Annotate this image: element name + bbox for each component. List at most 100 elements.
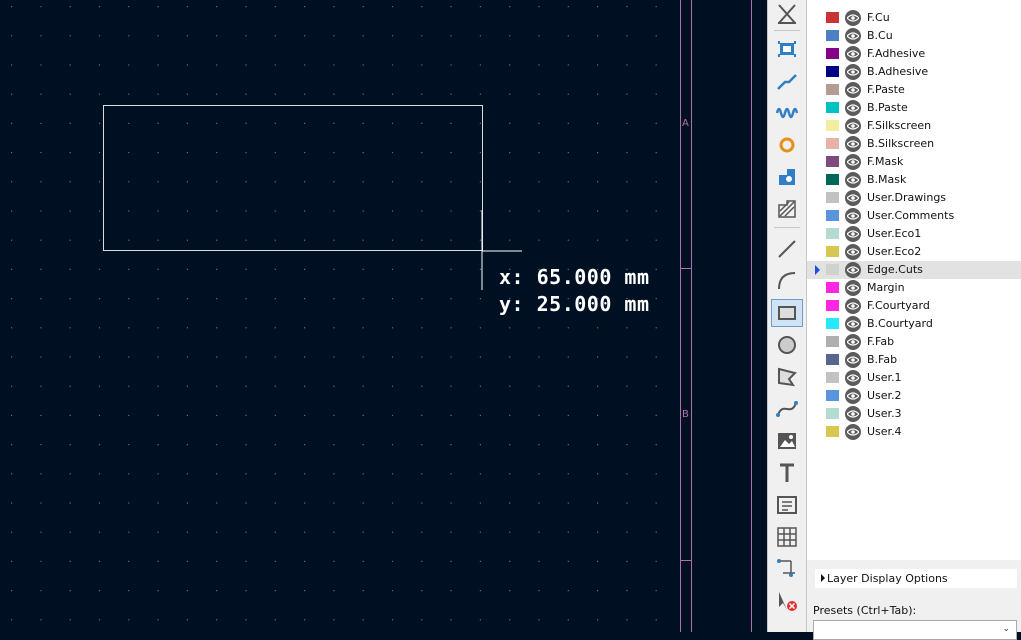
rule-area-tool-button[interactable] [771,195,803,223]
layer-color-swatch[interactable] [826,12,839,23]
visibility-eye-icon[interactable] [845,118,861,134]
layer-color-swatch[interactable] [826,246,839,257]
layer-row[interactable]: B.Mask [807,171,1021,189]
pcb-canvas[interactable]: A B x: 65.000 mm y: 25.000 mm [0,0,767,632]
layer-color-swatch[interactable] [826,408,839,419]
visibility-eye-icon[interactable] [845,316,861,332]
layer-row[interactable]: B.Adhesive [807,63,1021,81]
layer-row[interactable]: F.Paste [807,81,1021,99]
layer-name: Margin [867,281,905,294]
image-tool-button[interactable] [771,427,803,455]
tune-length-tool-button[interactable] [771,99,803,127]
layer-row[interactable]: B.Silkscreen [807,135,1021,153]
layer-row[interactable]: Margin [807,279,1021,297]
layer-color-swatch[interactable] [826,84,839,95]
visibility-eye-icon[interactable] [845,64,861,80]
polygon-tool-button[interactable] [771,363,803,391]
visibility-eye-icon[interactable] [845,154,861,170]
line-tool-button[interactable] [771,235,803,263]
layer-color-swatch[interactable] [826,426,839,437]
visibility-eye-icon[interactable] [845,280,861,296]
visibility-eye-icon[interactable] [845,226,861,242]
layer-row[interactable]: B.Fab [807,351,1021,369]
visibility-eye-icon[interactable] [845,334,861,350]
layer-row[interactable]: B.Cu [807,27,1021,45]
layer-color-swatch[interactable] [826,390,839,401]
via-tool-button[interactable] [771,131,803,159]
table-tool-button[interactable] [771,523,803,551]
layer-row[interactable]: B.Courtyard [807,315,1021,333]
appearance-panel: F.Cu B.Cu F.Adhesive B.Adhesive F.Paste B.Pas… [807,0,1021,640]
layer-display-options-toggle[interactable]: Layer Display Options [815,569,1017,588]
visibility-eye-icon[interactable] [845,298,861,314]
layer-color-swatch[interactable] [826,228,839,239]
visibility-eye-icon[interactable] [845,244,861,260]
layer-color-swatch[interactable] [826,300,839,311]
layer-color-swatch[interactable] [826,66,839,77]
visibility-eye-icon[interactable] [845,406,861,422]
visibility-eye-icon[interactable] [845,100,861,116]
presets-select[interactable]: ⌄ [813,620,1017,640]
layer-color-swatch[interactable] [826,30,839,41]
layer-row[interactable]: User.Drawings [807,189,1021,207]
circle-tool-button[interactable] [771,331,803,359]
visibility-eye-icon[interactable] [845,10,861,26]
layer-color-swatch[interactable] [826,138,839,149]
layer-color-swatch[interactable] [826,282,839,293]
layer-name: Edge.Cuts [867,263,923,276]
footprint-tool-button[interactable] [771,35,803,63]
canvas-drawing[interactable] [0,0,767,632]
layer-color-swatch[interactable] [826,120,839,131]
visibility-eye-icon[interactable] [845,370,861,386]
layer-row[interactable]: User.Eco1 [807,225,1021,243]
layer-color-swatch[interactable] [826,354,839,365]
layer-row[interactable]: F.Courtyard [807,297,1021,315]
layer-row[interactable]: F.Mask [807,153,1021,171]
visibility-eye-icon[interactable] [845,172,861,188]
visibility-eye-icon[interactable] [845,388,861,404]
layer-row[interactable]: User.2 [807,387,1021,405]
layer-color-swatch[interactable] [826,318,839,329]
visibility-eye-icon[interactable] [845,424,861,440]
layer-row[interactable]: F.Adhesive [807,45,1021,63]
cancel-tool-tool-button[interactable] [771,0,803,28]
arc-tool-button[interactable] [771,267,803,295]
visibility-eye-icon[interactable] [845,352,861,368]
layer-color-swatch[interactable] [826,210,839,221]
layer-row[interactable]: User.Eco2 [807,243,1021,261]
layer-color-swatch[interactable] [826,372,839,383]
rectangle-tool-button[interactable] [771,299,803,327]
layer-color-swatch[interactable] [826,48,839,59]
layer-row[interactable]: F.Cu [807,9,1021,27]
visibility-eye-icon[interactable] [845,136,861,152]
visibility-eye-icon[interactable] [845,46,861,62]
layer-row[interactable]: Edge.Cuts [807,261,1021,279]
layer-color-swatch[interactable] [826,174,839,185]
layer-list[interactable]: F.Cu B.Cu F.Adhesive B.Adhesive F.Paste B.Pas… [807,0,1021,560]
layer-row[interactable]: B.Paste [807,99,1021,117]
layer-color-swatch[interactable] [826,336,839,347]
layer-row[interactable]: User.1 [807,369,1021,387]
delete-tool-tool-button[interactable] [771,587,803,615]
layer-row[interactable]: User.Comments [807,207,1021,225]
visibility-eye-icon[interactable] [845,28,861,44]
layer-color-swatch[interactable] [826,156,839,167]
zone-tool-button[interactable] [771,163,803,191]
textbox-tool-button[interactable] [771,491,803,519]
bezier-tool-button[interactable] [771,395,803,423]
visibility-eye-icon[interactable] [845,82,861,98]
route-track-tool-button[interactable] [771,67,803,95]
layer-color-swatch[interactable] [826,264,839,275]
layer-row[interactable]: User.3 [807,405,1021,423]
layer-row[interactable]: User.4 [807,423,1021,441]
visibility-eye-icon[interactable] [845,262,861,278]
layer-color-swatch[interactable] [826,102,839,113]
dimension-tool-button[interactable] [771,555,803,583]
visibility-eye-icon[interactable] [845,208,861,224]
text-tool-button[interactable] [771,459,803,487]
visibility-eye-icon[interactable] [845,190,861,206]
layer-row[interactable]: F.Silkscreen [807,117,1021,135]
layer-color-swatch[interactable] [826,192,839,203]
layer-row[interactable]: F.Fab [807,333,1021,351]
layer-name: User.3 [867,407,902,420]
